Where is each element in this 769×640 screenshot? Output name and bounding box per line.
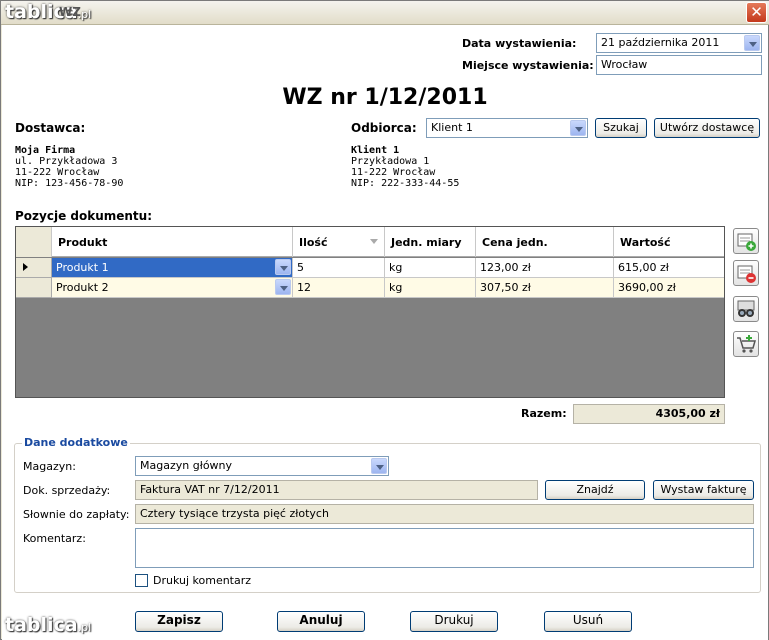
search-binoculars-icon [737, 300, 755, 317]
sales-doc-field: Faktura VAT nr 7/12/2011 [135, 480, 538, 500]
issue-place-label: Miejsce wystawienia: [462, 59, 594, 72]
column-header-value[interactable]: Wartość [614, 227, 724, 257]
product-value: Produkt 1 [56, 261, 109, 274]
comment-textarea[interactable] [135, 528, 754, 568]
column-header-qty[interactable]: Ilość [293, 227, 385, 257]
recipient-city: 11-222 Wrocław [351, 167, 436, 178]
watermark-logo-bottom: tablica.pl [5, 614, 91, 636]
items-grid[interactable]: Produkt Ilość Jedn. miary Cena jedn. War… [15, 226, 725, 398]
value-cell: 615,00 zł [614, 258, 724, 278]
cancel-button[interactable]: Anuluj [277, 611, 365, 632]
issue-date-picker[interactable]: 21 października 2011 [596, 33, 762, 53]
column-header-product[interactable]: Produkt [52, 227, 293, 257]
supplier-address: Moja Firma ul. Przykładowa 3 11-222 Wroc… [15, 145, 123, 189]
price-cell[interactable]: 123,00 zł [476, 258, 614, 278]
chevron-down-icon[interactable] [275, 279, 291, 295]
sales-doc-label: Dok. sprzedaży: [23, 484, 111, 497]
amount-in-words-label: Słownie do zapłaty: [23, 508, 130, 521]
product-cell[interactable]: Produkt 1 [52, 258, 293, 278]
recipient-street: Przykładowa 1 [351, 156, 430, 167]
print-button[interactable]: Drukuj [410, 611, 498, 632]
add-row-icon [737, 233, 756, 251]
issue-place-value: Wrocław [601, 58, 648, 71]
warehouse-select[interactable]: Magazyn główny [135, 456, 389, 476]
cart-add-icon [737, 335, 756, 353]
total-label: Razem: [521, 407, 567, 420]
create-recipient-button[interactable]: Utwórz dostawcę [654, 118, 760, 138]
chevron-down-icon[interactable] [744, 35, 760, 51]
column-header-price[interactable]: Cena jedn. [476, 227, 614, 257]
watermark-brand: tablica [5, 614, 78, 636]
save-button[interactable]: Zapisz [135, 611, 223, 632]
table-row[interactable]: Produkt 2 12 kg 307,50 zł 3690,00 zł [16, 278, 724, 298]
close-icon: ✕ [750, 3, 763, 21]
recipient-select[interactable]: Klient 1 [426, 118, 588, 138]
issue-date-value: 21 października 2011 [601, 36, 720, 49]
row-selector[interactable] [16, 258, 52, 278]
close-button[interactable]: ✕ [746, 2, 767, 23]
find-item-button[interactable] [733, 296, 759, 322]
chevron-down-icon[interactable] [275, 259, 291, 275]
product-cell[interactable]: Produkt 2 [52, 278, 293, 298]
value-cell: 3690,00 zł [614, 278, 724, 298]
find-sales-doc-button[interactable]: Znajdź [545, 480, 645, 500]
supplier-nip: NIP: 123-456-78-90 [15, 178, 124, 189]
qty-cell[interactable]: 5 [293, 258, 385, 278]
remove-row-button[interactable] [733, 260, 759, 286]
grid-corner [16, 227, 52, 257]
grid-header: Produkt Ilość Jedn. miary Cena jedn. War… [16, 227, 724, 257]
search-recipient-button[interactable]: Szukaj [595, 118, 647, 138]
window-title: WZ [59, 5, 81, 19]
row-pointer-icon [23, 263, 28, 271]
warehouse-label: Magazyn: [23, 460, 76, 473]
price-cell[interactable]: 307,50 zł [476, 278, 614, 298]
print-comment-checkbox[interactable] [135, 574, 148, 587]
table-row[interactable]: Produkt 1 5 kg 123,00 zł 615,00 zł [16, 258, 724, 278]
recipient-name: Klient 1 [351, 145, 400, 156]
recipient-address: Klient 1 Przykładowa 1 11-222 Wrocław NI… [351, 145, 459, 189]
title-bar[interactable]: tablica.pl WZ ✕ [1, 1, 769, 25]
column-header-unit[interactable]: Jedn. miary [385, 227, 476, 257]
sort-arrow-icon [370, 239, 378, 244]
print-comment-label[interactable]: Drukuj komentarz [153, 574, 251, 587]
product-value: Produkt 2 [56, 281, 109, 294]
qty-cell[interactable]: 12 [293, 278, 385, 298]
row-selector[interactable] [16, 278, 52, 298]
amount-in-words-field: Cztery tysiące trzysta pięć złotych [135, 504, 754, 524]
supplier-name: Moja Firma [15, 145, 76, 156]
supplier-street: ul. Przykładowa 3 [15, 156, 118, 167]
items-label: Pozycje dokumentu: [15, 209, 153, 223]
recipient-value: Klient 1 [431, 121, 473, 134]
add-row-button[interactable] [733, 228, 759, 254]
warehouse-value: Magazyn główny [140, 459, 233, 472]
chevron-down-icon[interactable] [570, 120, 586, 136]
recipient-nip: NIP: 222-333-44-55 [351, 178, 460, 189]
unit-cell[interactable]: kg [385, 258, 476, 278]
watermark-suffix: .pl [77, 621, 92, 634]
issue-date-label: Data wystawienia: [462, 37, 577, 50]
window: tablica.pl WZ ✕ Data wystawienia: 21 paź… [0, 0, 769, 640]
column-header-qty-label: Ilość [299, 235, 328, 249]
issue-place-input[interactable]: Wrocław [596, 55, 762, 75]
document-title: WZ nr 1/12/2011 [282, 85, 488, 110]
unit-cell[interactable]: kg [385, 278, 476, 298]
supplier-city: 11-222 Wrocław [15, 167, 100, 178]
supplier-label: Dostawca: [15, 121, 86, 135]
total-value: 4305,00 zł [573, 404, 725, 424]
recipient-label: Odbiorca: [351, 121, 417, 135]
additional-data-title: Dane dodatkowe [22, 436, 130, 449]
remove-row-icon [737, 265, 756, 283]
add-to-cart-button[interactable] [733, 331, 759, 357]
comment-label: Komentarz: [23, 532, 86, 545]
chevron-down-icon[interactable] [371, 458, 387, 474]
issue-invoice-button[interactable]: Wystaw fakturę [653, 480, 754, 500]
delete-button[interactable]: Usuń [544, 611, 632, 632]
